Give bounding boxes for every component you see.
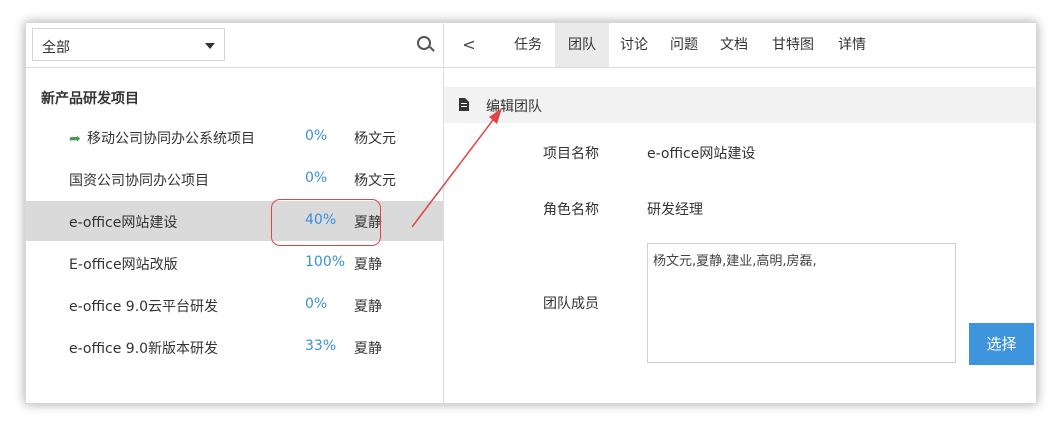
project-detail-panel: < 任务 团队 讨论 问题 文档 甘特图 详情 编辑团队 项目名称 e-offi… (444, 23, 1036, 403)
project-owner: 杨文元 (354, 131, 396, 147)
project-owner: 杨文元 (354, 173, 396, 189)
project-row[interactable]: ➦ 移动公司协同办公系统项目 0% 杨文元 (26, 117, 443, 157)
project-name: e-office网站建设 (69, 215, 178, 231)
app-window: 全部 新产品研发项目 ➦ 移动公司协同办公系统项目 0% 杨文元 国资公司协同办公… (25, 22, 1037, 404)
chevron-down-icon (205, 43, 215, 49)
project-row[interactable]: e-office 9.0云平台研发 0% 夏静 (26, 285, 443, 325)
tab-team[interactable]: 团队 (555, 23, 609, 67)
project-owner: 夏静 (354, 341, 382, 357)
project-name: ➦ 移动公司协同办公系统项目 (69, 128, 255, 148)
document-icon (459, 98, 469, 111)
back-button[interactable]: < (444, 23, 494, 67)
team-members-field[interactable]: 杨文元,夏静,建业,高明,房磊, (647, 243, 956, 363)
project-percent: 0% (305, 296, 328, 312)
project-list-panel: 全部 新产品研发项目 ➦ 移动公司协同办公系统项目 0% 杨文元 国资公司协同办公… (26, 23, 444, 403)
chevron-left-icon: < (462, 35, 476, 54)
project-name-text: 移动公司协同办公系统项目 (87, 131, 255, 147)
project-filter-select[interactable]: 全部 (32, 28, 225, 61)
project-percent: 0% (305, 170, 328, 186)
tab-issues[interactable]: 问题 (659, 23, 709, 67)
project-owner: 夏静 (354, 299, 382, 315)
role-name-value: 研发经理 (647, 202, 703, 218)
filter-bar: 全部 (26, 23, 443, 68)
project-row[interactable]: e-office 9.0新版本研发 33% 夏静 (26, 327, 443, 367)
search-icon[interactable] (417, 36, 431, 50)
project-name: e-office 9.0云平台研发 (69, 299, 219, 315)
share-arrow-icon: ➦ (69, 131, 81, 147)
tab-tasks[interactable]: 任务 (501, 23, 555, 67)
project-row[interactable]: E-office网站改版 100% 夏静 (26, 243, 443, 283)
project-percent: 0% (305, 128, 328, 144)
project-name-value: e-office网站建设 (647, 146, 756, 162)
project-row[interactable]: 国资公司协同办公项目 0% 杨文元 (26, 159, 443, 199)
section-header: 编辑团队 (444, 87, 1036, 123)
choose-members-button[interactable]: 选择 (969, 323, 1034, 365)
tab-discussion[interactable]: 讨论 (609, 23, 659, 67)
project-percent: 100% (305, 254, 346, 270)
project-owner: 夏静 (354, 257, 382, 273)
team-members-label: 团队成员 (543, 296, 599, 312)
filter-selected-value: 全部 (42, 40, 70, 56)
project-percent: 33% (305, 338, 337, 354)
project-name: 国资公司协同办公项目 (69, 173, 209, 189)
annotation-highlight-box (271, 199, 381, 246)
tab-gantt[interactable]: 甘特图 (759, 23, 827, 67)
tab-bar: < 任务 团队 讨论 问题 文档 甘特图 详情 (444, 23, 1036, 68)
tab-documents[interactable]: 文档 (709, 23, 759, 67)
project-name: e-office 9.0新版本研发 (69, 341, 219, 357)
search-area[interactable] (225, 28, 435, 61)
role-name-label: 角色名称 (543, 202, 599, 218)
project-name-label: 项目名称 (543, 146, 599, 162)
project-group-title: 新产品研发项目 (41, 91, 139, 107)
tab-details[interactable]: 详情 (827, 23, 877, 67)
section-title: 编辑团队 (486, 99, 542, 115)
project-name: E-office网站改版 (69, 257, 178, 273)
